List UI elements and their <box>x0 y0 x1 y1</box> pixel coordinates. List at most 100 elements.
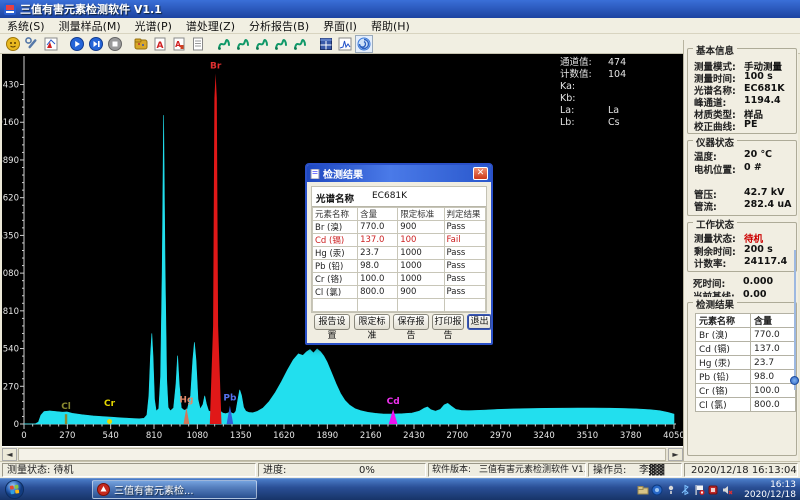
y-tick-label: 7620 <box>2 194 19 204</box>
toolbar-separator <box>310 35 317 53</box>
tray-bluetooth-icon[interactable] <box>678 484 691 497</box>
menu-item-1[interactable]: 测量样品(M) <box>52 18 128 34</box>
results-header-cell: 含量 <box>751 314 796 328</box>
exit-button[interactable]: 退出 <box>467 314 492 330</box>
taskbar: 三值有害元素检... 16:13 2020/12/18 <box>0 478 800 500</box>
status-bar: 测量状态: 待机 进度: 0% 软件版本: 三值有害元素检测软件 V1.1.0.… <box>0 461 800 478</box>
save-report-button[interactable]: 保存报告 <box>393 314 429 330</box>
element2-icon[interactable] <box>234 35 252 53</box>
report-settings-button[interactable]: 报告设置 <box>314 314 350 330</box>
slider-knob-icon[interactable] <box>790 376 799 385</box>
dialog-header-row: 元素名称含量限定标准判定结果 <box>313 208 486 221</box>
limit-standard-button[interactable]: 限定标准 <box>354 314 390 330</box>
taskbar-app-label: 三值有害元素检... <box>114 482 194 497</box>
info-row: 峰通道:1194.4 <box>688 95 796 107</box>
dialog-result-cell: 23.7 <box>358 247 398 260</box>
menu-item-4[interactable]: 分析报告(B) <box>242 18 316 34</box>
window-grid-icon[interactable] <box>317 35 335 53</box>
scrollbar-thumb[interactable] <box>18 448 666 461</box>
info-value: 100 s <box>744 71 773 82</box>
start-button-icon[interactable] <box>5 480 24 499</box>
dialog-title-bar[interactable]: 检测结果 ✕ <box>307 165 491 182</box>
result-dialog: 检测结果 ✕ 光谱名称 EC681K 元素名称含量限定标准判定结果Br (溴)7… <box>305 163 493 345</box>
tray-flag-icon[interactable] <box>692 484 705 497</box>
menu-item-0[interactable]: 系统(S) <box>0 18 52 34</box>
vertical-slider[interactable] <box>792 250 797 390</box>
taskbar-app-button[interactable]: 三值有害元素检... <box>92 480 257 499</box>
dialog-buttons: 报告设置限定标准保存报告打印报告退出 <box>307 314 491 334</box>
stop-icon[interactable] <box>106 35 124 53</box>
scroll-left-arrow-icon[interactable]: ◄ <box>2 448 17 461</box>
tray-update-icon[interactable] <box>664 484 677 497</box>
svg-text:A: A <box>175 40 181 49</box>
element3-icon[interactable] <box>253 35 271 53</box>
swirl-icon[interactable] <box>355 35 373 53</box>
tray-security-icon[interactable] <box>706 484 719 497</box>
results-cell: 98.0 <box>751 370 796 384</box>
dialog-close-icon[interactable]: ✕ <box>473 167 488 180</box>
dialog-result-row: Cd (镉)137.0100Fail <box>313 234 486 247</box>
results-cell: Hg (汞) <box>696 356 751 370</box>
report-chart-icon[interactable] <box>42 35 60 53</box>
y-tick-label: 0 <box>14 420 19 430</box>
dialog-result-cell: 100.0 <box>358 273 398 286</box>
cursor-info-label: 通道值: <box>560 57 608 69</box>
cursor-info-label: Lb: <box>560 117 608 129</box>
report-a2-icon[interactable]: A <box>170 35 188 53</box>
dialog-empty-row <box>313 299 486 312</box>
notes-icon[interactable] <box>189 35 207 53</box>
tray-volume-icon[interactable] <box>720 484 733 497</box>
system-icon[interactable] <box>4 35 22 53</box>
cursor-info-row-2: Ka: <box>560 81 626 93</box>
cursor-info-row-5: Lb:Cs <box>560 117 626 129</box>
window-title: 三值有害元素检测软件 V1.1 <box>20 1 162 17</box>
dialog-empty-cell <box>444 299 485 312</box>
application-window: 三值有害元素检测软件 V1.1 系统(S)测量样品(M)光谱(P)谱处理(Z)分… <box>0 0 800 500</box>
start-icon[interactable] <box>68 35 86 53</box>
spectrum-curve-icon[interactable] <box>336 35 354 53</box>
menu-item-5[interactable]: 界面(I) <box>316 18 364 34</box>
restart-icon[interactable] <box>87 35 105 53</box>
scroll-right-arrow-icon[interactable]: ► <box>668 448 683 461</box>
element4-icon[interactable] <box>272 35 290 53</box>
tray-folder-icon[interactable] <box>636 484 649 497</box>
right-panel: 基本信息 测量模式:手动测量测量时间:100 s光谱名称:EC681K峰通道:1… <box>683 40 798 461</box>
marker-Cl <box>65 414 67 424</box>
dialog-header-cell: 判定结果 <box>444 208 485 221</box>
tray-network-icon[interactable] <box>650 484 663 497</box>
info-value: 20 ℃ <box>744 149 772 160</box>
menu-item-2[interactable]: 光谱(P) <box>128 18 179 34</box>
y-tick-label: 2540 <box>2 345 19 355</box>
clock-date: 2020/12/18 <box>744 490 796 500</box>
y-tick-label: 11430 <box>2 81 19 91</box>
taskbar-clock[interactable]: 16:13 2020/12/18 <box>744 480 796 500</box>
info-value: 200 s <box>744 244 773 255</box>
element5-icon[interactable] <box>291 35 309 53</box>
cursor-info-row-3: Kb: <box>560 93 626 105</box>
dialog-result-cell: 1000 <box>398 247 444 260</box>
element1-icon[interactable] <box>215 35 233 53</box>
x-tick-label: 2970 <box>490 431 512 441</box>
dialog-result-row: Pb (铅)98.01000Pass <box>313 260 486 273</box>
cursor-info-label: 计数值: <box>560 69 608 81</box>
info-row: 计数率:24117.4 <box>688 256 796 268</box>
info-row: 管压:42.7 kV <box>688 187 796 199</box>
menu-item-6[interactable]: 帮助(H) <box>364 18 417 34</box>
dialog-result-cell: Pass <box>444 273 485 286</box>
results-table: 元素名称含量Br (溴)770.0Cd (镉)137.0Hg (汞)23.7Pb… <box>695 313 796 412</box>
svg-text:A: A <box>157 41 164 51</box>
dialog-result-cell: Pass <box>444 247 485 260</box>
info-row: 测量模式:手动测量 <box>688 59 796 71</box>
x-tick-label: 4050 <box>663 431 683 441</box>
status-progress-cell: 进度: 0% <box>258 463 426 477</box>
taskbar-app-icon <box>97 483 110 496</box>
tools-icon[interactable] <box>23 35 41 53</box>
horizontal-scrollbar[interactable]: ◄ ► <box>2 446 683 461</box>
print-report-button[interactable]: 打印报告 <box>432 314 464 330</box>
info-label: 电机位置: <box>694 162 736 176</box>
palette-icon[interactable] <box>132 35 150 53</box>
report-a1-icon[interactable]: A <box>151 35 169 53</box>
toolbar: AA <box>0 34 800 54</box>
menu-item-3[interactable]: 谱处理(Z) <box>179 18 242 34</box>
results-cell: Cr (铬) <box>696 384 751 398</box>
